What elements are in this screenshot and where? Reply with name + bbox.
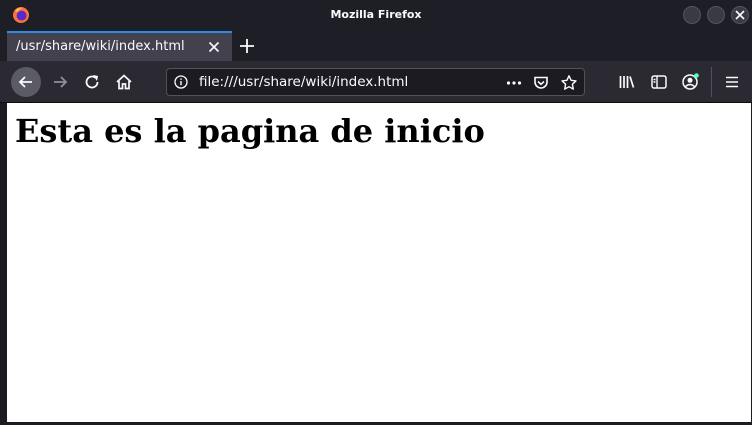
window-frame-left [0, 103, 7, 425]
tab-close-icon[interactable] [206, 39, 222, 55]
home-icon [116, 74, 132, 90]
page-heading: Esta es la pagina de inicio [15, 112, 485, 150]
sidebar-button[interactable] [649, 72, 669, 92]
toolbar-separator [711, 67, 712, 97]
maximize-button[interactable] [707, 6, 725, 24]
back-button[interactable] [11, 67, 41, 97]
pocket-button[interactable] [532, 74, 550, 92]
forward-arrow-icon [54, 76, 68, 88]
window-title: Mozilla Firefox [330, 8, 422, 21]
reload-button[interactable] [82, 72, 102, 92]
new-tab-plus-icon[interactable] [238, 37, 256, 55]
tab-strip: /usr/share/wiki/index.html [0, 31, 752, 61]
url-text[interactable]: file:///usr/share/wiki/index.html [199, 74, 408, 90]
navigation-toolbar: file:///usr/share/wiki/index.html [0, 61, 752, 103]
page-actions-button[interactable] [505, 74, 523, 92]
bookmark-star-button[interactable] [560, 74, 578, 92]
hamburger-menu-icon [726, 76, 738, 88]
url-bar[interactable]: file:///usr/share/wiki/index.html [166, 68, 585, 96]
library-button[interactable] [617, 72, 637, 92]
close-icon [735, 10, 745, 20]
home-button[interactable] [114, 72, 134, 92]
menu-button[interactable] [722, 72, 742, 92]
star-icon [561, 75, 577, 90]
minimize-button[interactable] [683, 6, 701, 24]
pocket-icon [534, 76, 548, 89]
back-arrow-icon [18, 76, 32, 88]
page-content: Esta es la pagina de inicio [7, 103, 751, 422]
forward-button[interactable] [50, 72, 70, 92]
close-window-button[interactable] [731, 6, 749, 24]
info-icon[interactable] [174, 75, 188, 89]
library-icon [619, 76, 635, 88]
reload-icon [85, 75, 99, 89]
account-button[interactable] [680, 72, 700, 92]
more-dots-icon [506, 81, 522, 85]
sidebar-icon [651, 75, 667, 89]
tab-title: /usr/share/wiki/index.html [16, 39, 185, 54]
title-bar: Mozilla Firefox [0, 0, 752, 31]
account-icon [682, 73, 699, 90]
tab-index-html[interactable]: /usr/share/wiki/index.html [7, 31, 232, 61]
